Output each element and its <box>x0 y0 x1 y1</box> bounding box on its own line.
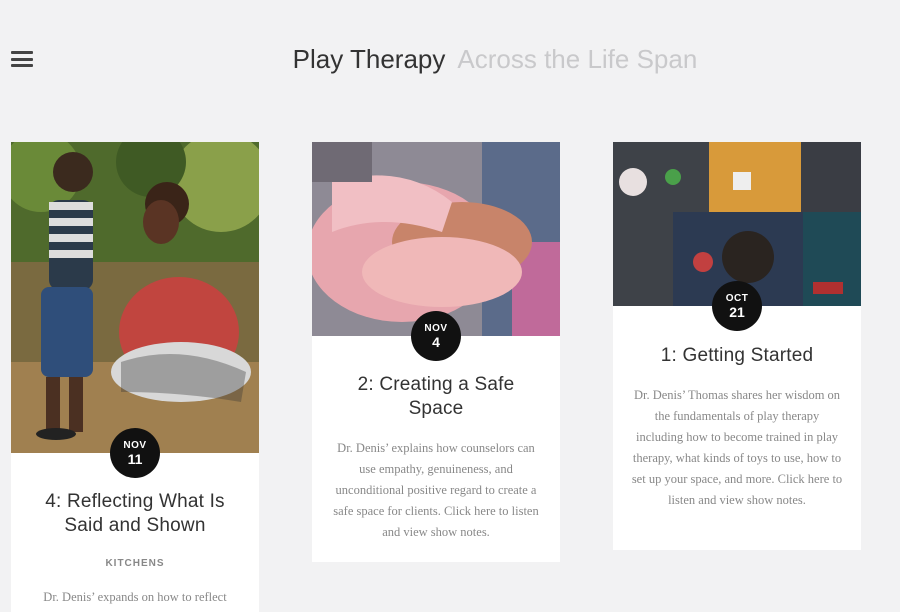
date-month: NOV <box>424 323 448 334</box>
post-card-4[interactable]: NOV 11 4: Reflecting What Is Said and Sh… <box>11 142 259 612</box>
post-excerpt: Dr. Denis’ expands on how to reflect <box>43 590 227 604</box>
date-day: 11 <box>127 451 143 467</box>
date-day: 21 <box>729 304 745 320</box>
post-title[interactable]: 4: Reflecting What Is Said and Shown <box>11 490 259 538</box>
date-month: OCT <box>725 293 749 304</box>
site-title-sub: Across the Life Span <box>457 44 698 74</box>
post-title[interactable]: 1: Getting Started <box>613 344 861 368</box>
post-image[interactable]: OCT 21 <box>613 142 861 331</box>
date-badge: NOV 4 <box>411 311 461 361</box>
post-excerpt: Dr. Denis’ Thomas shares her wisdom on t… <box>631 388 843 507</box>
post-title[interactable]: 2: Creating a Safe Space <box>312 373 560 421</box>
date-badge: OCT 21 <box>712 281 762 331</box>
post-card-2[interactable]: NOV 4 2: Creating a Safe Space Dr. Denis… <box>312 142 560 562</box>
site-title-main: Play Therapy <box>292 44 446 74</box>
site-title[interactable]: Play Therapy Across the Life Span <box>0 44 900 75</box>
post-image[interactable]: NOV 4 <box>312 142 560 361</box>
post-category[interactable]: KITCHENS <box>11 558 259 569</box>
date-badge: NOV 11 <box>110 428 160 478</box>
date-month: NOV <box>123 440 147 451</box>
post-card-1[interactable]: OCT 21 1: Getting Started Dr. Denis’ Tho… <box>613 142 861 550</box>
post-excerpt: Dr. Denis’ explains how counselors can u… <box>333 441 539 539</box>
post-image[interactable]: NOV 11 <box>11 142 259 478</box>
date-day: 4 <box>432 334 440 350</box>
